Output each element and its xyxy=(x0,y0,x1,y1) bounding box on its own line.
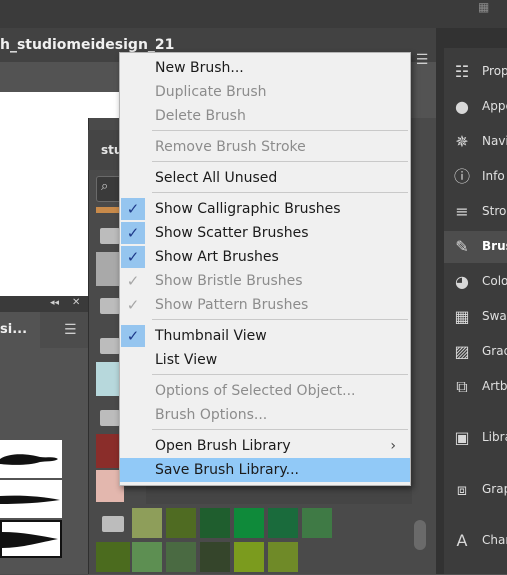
brush-stroke-icon xyxy=(0,495,60,504)
brush-thumbnail[interactable] xyxy=(0,520,62,558)
color-swatch[interactable] xyxy=(96,542,130,572)
menu-item-brush-options: Brush Options... xyxy=(155,407,268,423)
brush-stroke-icon xyxy=(2,532,58,548)
dock-item-artboards[interactable]: ⧉ Artb xyxy=(444,371,507,403)
color-swatch[interactable] xyxy=(302,508,332,538)
arrange-icon[interactable]: ▦ xyxy=(478,0,498,16)
dock-item-libraries[interactable]: ▣ Libra xyxy=(444,422,507,454)
menu-item-select-all-unused[interactable]: Select All Unused xyxy=(120,166,410,190)
brush-stroke-icon xyxy=(0,454,58,465)
dock-item-character[interactable]: A Char xyxy=(444,525,507,557)
folder-icon[interactable] xyxy=(100,298,120,314)
accent-strip xyxy=(96,207,120,213)
color-swatch[interactable] xyxy=(268,508,298,538)
color-swatch[interactable] xyxy=(166,542,196,572)
menu-item-show-bristle-brushes: ✓ Show Bristle Brushes xyxy=(120,269,410,293)
checkmark-icon: ✓ xyxy=(121,222,145,244)
menu-item-show-scatter-brushes[interactable]: ✓ Show Scatter Brushes xyxy=(120,221,410,245)
color-swatch[interactable] xyxy=(234,508,264,538)
menu-item-save-brush-library[interactable]: Save Brush Library... xyxy=(120,458,410,482)
appearance-icon: ● xyxy=(455,97,469,116)
brush-thumbnail[interactable] xyxy=(0,440,62,478)
color-swatch[interactable] xyxy=(200,508,230,538)
menu-separator xyxy=(152,130,408,131)
dock-item-gradient[interactable]: ▨ Grad xyxy=(444,336,507,368)
folder-icon[interactable] xyxy=(100,338,120,354)
dock-item-appearance[interactable]: ● Appe xyxy=(444,91,507,123)
search-icon: ⌕ xyxy=(101,179,109,194)
libraries-icon: ▣ xyxy=(454,428,470,447)
menu-item-options-of-selected-object: Options of Selected Object... xyxy=(155,383,356,399)
navigator-icon: ✵ xyxy=(455,132,469,151)
graphic-styles-icon: ⧈ xyxy=(456,480,468,499)
brush-thumbnail[interactable] xyxy=(0,480,62,518)
swatches-icon: ▦ xyxy=(454,307,470,326)
checkmark-icon: ✓ xyxy=(126,272,140,290)
color-swatch[interactable] xyxy=(166,508,196,538)
panel-menu-icon[interactable]: ☰ xyxy=(410,52,434,70)
stroke-icon: ≡ xyxy=(455,202,469,221)
menu-item-list-view[interactable]: List View xyxy=(120,348,410,372)
menu-item-show-pattern-brushes: ✓ Show Pattern Brushes xyxy=(120,293,410,317)
menu-item-show-calligraphic-brushes[interactable]: ✓ Show Calligraphic Brushes xyxy=(120,197,410,221)
checkmark-icon: ✓ xyxy=(121,198,145,220)
menu-item-show-art-brushes[interactable]: ✓ Show Art Brushes xyxy=(120,245,410,269)
brushes-panel-flyout-menu: New Brush... Duplicate Brush Delete Brus… xyxy=(119,52,411,486)
document-title[interactable]: h_studiomeidesign_21 xyxy=(0,37,174,53)
brushes-icon: ✎ xyxy=(455,237,469,256)
menu-item-delete-brush: Delete Brush xyxy=(155,108,246,124)
checkmark-icon: ✓ xyxy=(121,246,145,268)
scrollbar[interactable] xyxy=(414,520,426,550)
menu-separator xyxy=(152,192,408,193)
color-swatch[interactable] xyxy=(234,542,264,572)
dock-item-graphic-styles[interactable]: ⧈ Grap xyxy=(444,474,507,506)
color-icon: ◕ xyxy=(455,272,469,291)
menu-separator xyxy=(152,374,408,375)
dock-item-color[interactable]: ◕ Colo xyxy=(444,266,507,298)
color-swatch[interactable] xyxy=(132,542,162,572)
menu-item-duplicate-brush: Duplicate Brush xyxy=(155,84,267,100)
dock-item-brushes[interactable]: ✎ Brus xyxy=(444,231,507,263)
artboards-icon: ⧉ xyxy=(456,377,468,396)
menu-item-new-brush[interactable]: New Brush... xyxy=(120,56,410,80)
submenu-arrow-icon: › xyxy=(390,438,396,454)
menu-item-open-brush-library[interactable]: Open Brush Library › xyxy=(120,434,410,458)
application-bar xyxy=(0,0,507,28)
info-icon: ⓘ xyxy=(453,167,470,186)
color-swatch[interactable] xyxy=(132,508,162,538)
tab-brushes-label: si... xyxy=(0,322,28,337)
menu-item-remove-brush-stroke: Remove Brush Stroke xyxy=(155,139,306,155)
collapse-icon[interactable]: ◂◂ xyxy=(50,298,59,308)
menu-separator xyxy=(152,319,408,320)
properties-icon: ☷ xyxy=(454,62,470,81)
checkmark-icon: ✓ xyxy=(121,325,145,347)
color-swatch[interactable] xyxy=(268,542,298,572)
folder-icon[interactable] xyxy=(100,228,120,244)
folder-icon[interactable] xyxy=(100,410,120,426)
menu-separator xyxy=(152,161,408,162)
folder-icon[interactable] xyxy=(102,516,124,532)
dock-item-properties[interactable]: ☷ Prop xyxy=(444,56,507,88)
checkmark-icon: ✓ xyxy=(126,296,140,314)
dock-item-info[interactable]: ⓘ Info xyxy=(444,161,507,193)
panel-toolbar xyxy=(146,486,412,504)
panel-menu-icon[interactable]: ☰ xyxy=(64,322,77,338)
close-icon[interactable]: ✕ xyxy=(72,297,80,308)
menu-separator xyxy=(152,429,408,430)
dock-item-swatches[interactable]: ▦ Swa xyxy=(444,301,507,333)
character-icon: A xyxy=(456,531,468,550)
gradient-icon: ▨ xyxy=(454,342,470,361)
color-swatch[interactable] xyxy=(200,542,230,572)
dock-item-navigator[interactable]: ✵ Navi xyxy=(444,126,507,158)
menu-item-thumbnail-view[interactable]: ✓ Thumbnail View xyxy=(120,324,410,348)
dock-item-stroke[interactable]: ≡ Stro xyxy=(444,196,507,228)
